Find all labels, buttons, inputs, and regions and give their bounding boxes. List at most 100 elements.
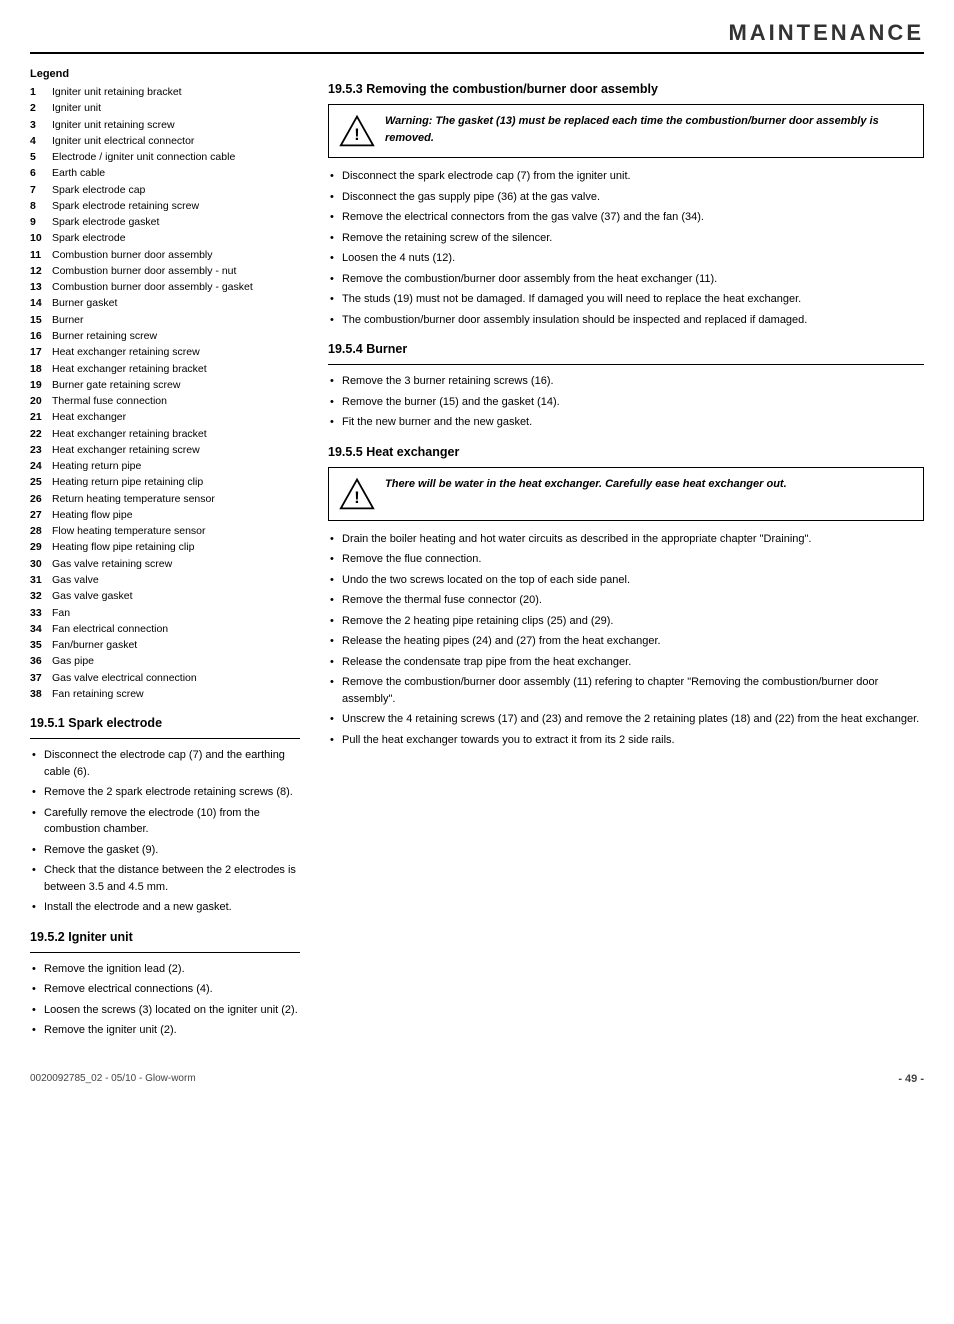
section-spark-electrode: 19.5.1 Spark electrode Disconnect the el… <box>30 716 300 916</box>
heat-exchanger-bullets: Drain the boiler heating and hot water c… <box>328 531 924 749</box>
legend-num: 1 <box>30 84 52 100</box>
legend-num: 11 <box>30 247 52 263</box>
legend-label: Gas valve retaining screw <box>52 556 172 572</box>
bullet-item: Remove the igniter unit (2). <box>30 1022 300 1039</box>
legend-num: 19 <box>30 377 52 393</box>
legend-item: 9Spark electrode gasket <box>30 214 300 230</box>
legend-list: 1Igniter unit retaining bracket2Igniter … <box>30 84 300 702</box>
legend-item: 6Earth cable <box>30 165 300 181</box>
legend-num: 13 <box>30 279 52 295</box>
legend-num: 29 <box>30 539 52 555</box>
bullet-item: Undo the two screws located on the top o… <box>328 572 924 589</box>
bullet-item: Remove the combustion/burner door assemb… <box>328 271 924 288</box>
igniter-bullets: Remove the ignition lead (2).Remove elec… <box>30 961 300 1039</box>
legend-label: Flow heating temperature sensor <box>52 523 206 539</box>
legend-item: 19Burner gate retaining screw <box>30 377 300 393</box>
legend-label: Gas valve electrical connection <box>52 670 197 686</box>
legend-num: 16 <box>30 328 52 344</box>
legend-item: 17Heat exchanger retaining screw <box>30 344 300 360</box>
bullet-item: Release the heating pipes (24) and (27) … <box>328 633 924 650</box>
legend-num: 26 <box>30 491 52 507</box>
legend-label: Heating return pipe <box>52 458 141 474</box>
legend-label: Electrode / igniter unit connection cabl… <box>52 149 235 165</box>
legend-label: Spark electrode <box>52 230 126 246</box>
legend-item: 1Igniter unit retaining bracket <box>30 84 300 100</box>
legend-num: 33 <box>30 605 52 621</box>
legend-num: 37 <box>30 670 52 686</box>
bullet-item: Remove the burner (15) and the gasket (1… <box>328 394 924 411</box>
bullet-item: Install the electrode and a new gasket. <box>30 899 300 916</box>
bullet-item: Loosen the 4 nuts (12). <box>328 250 924 267</box>
legend-item: 14Burner gasket <box>30 295 300 311</box>
legend-num: 25 <box>30 474 52 490</box>
bullet-item: Drain the boiler heating and hot water c… <box>328 531 924 548</box>
legend-item: 27Heating flow pipe <box>30 507 300 523</box>
legend-item: 13Combustion burner door assembly - gask… <box>30 279 300 295</box>
spark-electrode-bullets: Disconnect the electrode cap (7) and the… <box>30 747 300 916</box>
section-combustion-door-heading: 19.5.3 Removing the combustion/burner do… <box>328 82 924 96</box>
legend-label: Gas valve <box>52 572 99 588</box>
legend-title: Legend <box>30 68 300 80</box>
footer-right: - 49 - <box>898 1073 924 1085</box>
bullet-item: Remove the 3 burner retaining screws (16… <box>328 373 924 390</box>
legend-item: 25Heating return pipe retaining clip <box>30 474 300 490</box>
legend-label: Heat exchanger retaining bracket <box>52 361 207 377</box>
legend-num: 35 <box>30 637 52 653</box>
legend-num: 23 <box>30 442 52 458</box>
section-spark-electrode-heading: 19.5.1 Spark electrode <box>30 716 300 730</box>
burner-bullets: Remove the 3 burner retaining screws (16… <box>328 373 924 431</box>
legend-num: 9 <box>30 214 52 230</box>
bullet-item: Disconnect the electrode cap (7) and the… <box>30 747 300 780</box>
section-igniter-unit: 19.5.2 Igniter unit Remove the ignition … <box>30 930 300 1039</box>
legend-item: 10Spark electrode <box>30 230 300 246</box>
legend-num: 8 <box>30 198 52 214</box>
legend-label: Thermal fuse connection <box>52 393 167 409</box>
legend-item: 21Heat exchanger <box>30 409 300 425</box>
legend-label: Spark electrode retaining screw <box>52 198 199 214</box>
legend-item: 37Gas valve electrical connection <box>30 670 300 686</box>
legend-label: Heating flow pipe retaining clip <box>52 539 194 555</box>
legend-item: 24Heating return pipe <box>30 458 300 474</box>
legend-item: 38Fan retaining screw <box>30 686 300 702</box>
svg-text:!: ! <box>354 126 359 144</box>
section-burner: 19.5.4 Burner Remove the 3 burner retain… <box>328 342 924 431</box>
legend-num: 27 <box>30 507 52 523</box>
footer-left: 0020092785_02 - 05/10 - Glow-worm <box>30 1073 196 1084</box>
legend-num: 21 <box>30 409 52 425</box>
warning-icon-combustion: ! <box>339 113 375 149</box>
bullet-item: Check that the distance between the 2 el… <box>30 862 300 895</box>
legend-item: 2Igniter unit <box>30 100 300 116</box>
legend-item: 5Electrode / igniter unit connection cab… <box>30 149 300 165</box>
bullet-item: Remove the flue connection. <box>328 551 924 568</box>
bullet-item: Remove electrical connections (4). <box>30 981 300 998</box>
legend-num: 15 <box>30 312 52 328</box>
legend-num: 3 <box>30 117 52 133</box>
legend-label: Heat exchanger <box>52 409 126 425</box>
legend-item: 12Combustion burner door assembly - nut <box>30 263 300 279</box>
bullet-item: Loosen the screws (3) located on the ign… <box>30 1002 300 1019</box>
legend-num: 12 <box>30 263 52 279</box>
bullet-item: Remove the thermal fuse connector (20). <box>328 592 924 609</box>
legend-item: 7Spark electrode cap <box>30 182 300 198</box>
bullet-item: Pull the heat exchanger towards you to e… <box>328 732 924 749</box>
legend-item: 36Gas pipe <box>30 653 300 669</box>
legend-item: 34Fan electrical connection <box>30 621 300 637</box>
legend-item: 28Flow heating temperature sensor <box>30 523 300 539</box>
legend-item: 16Burner retaining screw <box>30 328 300 344</box>
bullet-item: Disconnect the gas supply pipe (36) at t… <box>328 189 924 206</box>
legend-num: 38 <box>30 686 52 702</box>
legend-label: Return heating temperature sensor <box>52 491 215 507</box>
legend-label: Burner <box>52 312 84 328</box>
legend-label: Combustion burner door assembly <box>52 247 213 263</box>
legend-num: 32 <box>30 588 52 604</box>
legend-item: 35Fan/burner gasket <box>30 637 300 653</box>
legend-label: Spark electrode cap <box>52 182 145 198</box>
bullet-item: Remove the 2 heating pipe retaining clip… <box>328 613 924 630</box>
legend-label: Fan/burner gasket <box>52 637 137 653</box>
bullet-item: Remove the combustion/burner door assemb… <box>328 674 924 707</box>
legend-label: Heating flow pipe <box>52 507 133 523</box>
header-title: MAINTENANCE <box>728 20 924 45</box>
legend-item: 11Combustion burner door assembly <box>30 247 300 263</box>
legend-label: Igniter unit <box>52 100 101 116</box>
legend-num: 17 <box>30 344 52 360</box>
